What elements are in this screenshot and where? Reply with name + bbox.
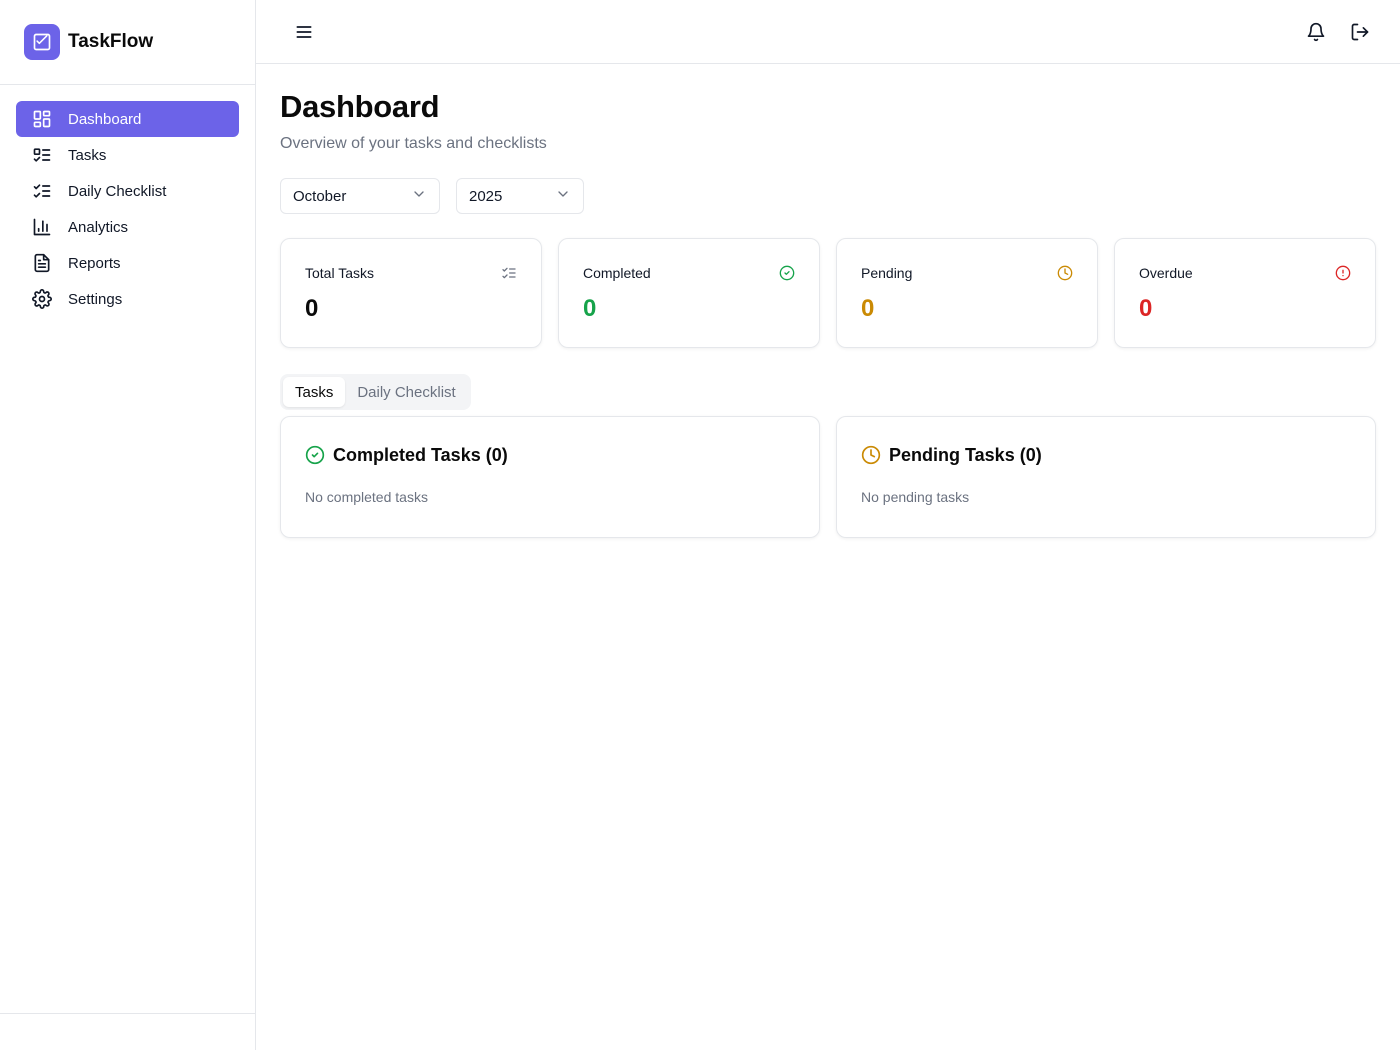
sidebar-footer [0, 1013, 255, 1050]
logout-icon[interactable] [1344, 16, 1376, 48]
file-text-icon [32, 253, 52, 273]
stat-value: 0 [305, 295, 319, 322]
app-name: TaskFlow [68, 31, 154, 52]
year-select[interactable]: 2025 [456, 178, 584, 214]
sidebar-item-analytics[interactable]: Analytics [16, 209, 239, 245]
stat-value: 0 [583, 295, 597, 322]
brand[interactable]: TaskFlow [0, 0, 255, 85]
checkbox-icon [24, 24, 60, 60]
gear-icon [32, 289, 52, 309]
month-select-value: October [293, 187, 347, 205]
panel-title: Completed Tasks (0) [333, 445, 508, 465]
page-title: Dashboard [280, 89, 440, 124]
sidebar-item-label: Daily Checklist [68, 182, 167, 200]
sidebar-item-label: Tasks [68, 146, 107, 164]
stat-value: 0 [861, 295, 875, 322]
stat-label: Overdue [1139, 265, 1193, 281]
stat-card-total: Total Tasks 0 [280, 238, 542, 348]
stat-card-pending: Pending 0 [836, 238, 1098, 348]
stats-row: Total Tasks 0 Completed 0 Pending 0 Over… [280, 238, 1376, 348]
list-checks-icon [501, 265, 517, 281]
sidebar-item-label: Reports [68, 254, 121, 272]
month-select[interactable]: October [280, 178, 440, 214]
chevron-down-icon [411, 186, 427, 206]
stat-card-completed: Completed 0 [558, 238, 820, 348]
tab-daily-checklist[interactable]: Daily Checklist [345, 377, 467, 407]
sidebar-item-label: Analytics [68, 218, 129, 236]
page-subtitle: Overview of your tasks and checklists [280, 135, 547, 152]
sidebar-item-reports[interactable]: Reports [16, 245, 239, 281]
clock-icon [1057, 265, 1073, 281]
alert-circle-icon [1335, 265, 1351, 281]
sidebar-item-tasks[interactable]: Tasks [16, 137, 239, 173]
check-circle-icon [779, 265, 795, 281]
sidebar-item-label: Dashboard [68, 110, 142, 128]
task-panels: Completed Tasks (0) No completed tasks P… [280, 416, 1376, 538]
sidebar-item-label: Settings [68, 290, 123, 308]
pending-tasks-panel: Pending Tasks (0) No pending tasks [836, 416, 1376, 538]
stat-label: Total Tasks [305, 265, 374, 281]
stat-value: 0 [1139, 295, 1153, 322]
year-select-value: 2025 [469, 187, 503, 205]
sidebar-item-daily-checklist[interactable]: Daily Checklist [16, 173, 239, 209]
main-content: Dashboard Overview of your tasks and che… [280, 64, 1376, 538]
empty-state-text: No completed tasks [305, 489, 428, 505]
stat-card-overdue: Overdue 0 [1114, 238, 1376, 348]
bell-icon[interactable] [1300, 16, 1332, 48]
layout-dashboard-icon [32, 109, 52, 129]
hamburger-icon[interactable] [288, 16, 320, 48]
stat-label: Completed [583, 265, 651, 281]
list-todo-icon [32, 145, 52, 165]
topbar [256, 0, 1400, 64]
tab-tasks[interactable]: Tasks [283, 377, 346, 407]
view-tabs: Tasks Daily Checklist [280, 374, 471, 410]
empty-state-text: No pending tasks [861, 489, 970, 505]
panel-title: Pending Tasks (0) [889, 445, 1042, 465]
sidebar: TaskFlow Dashboard Tasks Daily Checklist… [0, 0, 256, 1050]
chevron-down-icon [555, 186, 571, 206]
stat-label: Pending [861, 265, 913, 281]
check-circle-icon [305, 445, 325, 465]
bar-chart-icon [32, 217, 52, 237]
clock-icon [861, 445, 881, 465]
list-checks-icon [32, 181, 52, 201]
sidebar-item-dashboard[interactable]: Dashboard [16, 101, 239, 137]
sidebar-item-settings[interactable]: Settings [16, 281, 239, 317]
sidebar-nav: Dashboard Tasks Daily Checklist Analytic… [0, 85, 255, 333]
filters: October 2025 [280, 178, 1376, 214]
completed-tasks-panel: Completed Tasks (0) No completed tasks [280, 416, 820, 538]
